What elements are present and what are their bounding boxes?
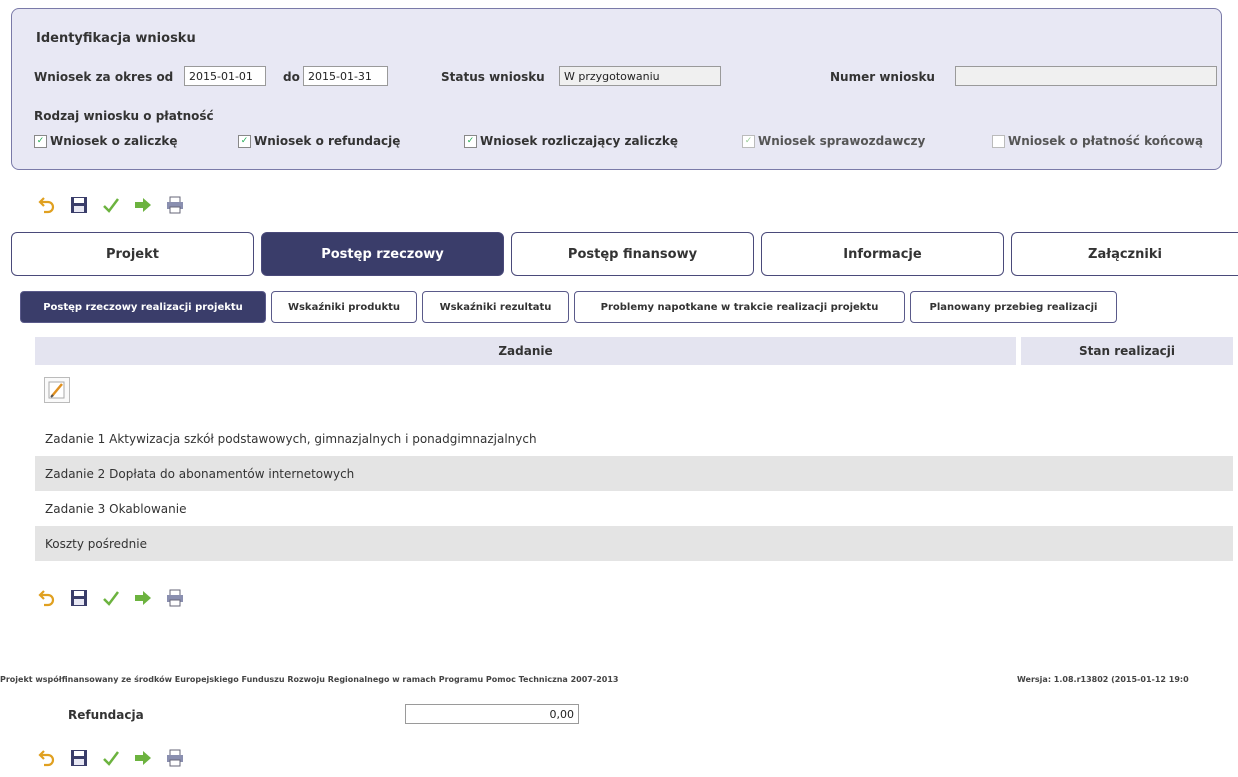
save-icon[interactable]: [68, 587, 90, 609]
save-icon[interactable]: [68, 747, 90, 769]
forward-arrow-icon[interactable]: [132, 747, 154, 769]
checkbox-label: Wniosek sprawozdawczy: [758, 134, 926, 148]
checkbox-refund[interactable]: ✓ Wniosek o refundację: [238, 134, 400, 148]
toolbar-top: [36, 194, 186, 216]
toolbar-footer: [36, 747, 186, 769]
tab-postep-finansowy[interactable]: Postęp finansowy: [511, 232, 754, 276]
undo-icon[interactable]: [36, 747, 58, 769]
checkbox-final[interactable]: Wniosek o płatność końcową: [992, 134, 1203, 148]
toolbar-bottom: [36, 587, 186, 609]
cofinance-text: Projekt współfinansowany ze środków Euro…: [0, 675, 619, 684]
print-icon[interactable]: [164, 747, 186, 769]
table-row[interactable]: Zadanie 1 Aktywizacja szkół podstawowych…: [35, 421, 1233, 456]
subtab-wskazniki-rezultatu[interactable]: Wskaźniki rezultatu: [422, 291, 569, 323]
checkbox-box[interactable]: ✓: [34, 134, 47, 148]
subtab-problemy[interactable]: Problemy napotkane w trakcie realizacji …: [574, 291, 905, 323]
checkbox-report[interactable]: ✓ Wniosek sprawozdawczy: [742, 134, 925, 148]
check-icon[interactable]: [100, 194, 122, 216]
ident-title: Identyfikacja wniosku: [36, 31, 196, 46]
tab-zalaczniki[interactable]: Załączniki: [1011, 232, 1238, 276]
checkbox-label: Wniosek o refundację: [254, 134, 401, 148]
checkbox-advance[interactable]: ✓ Wniosek o zaliczkę: [34, 134, 178, 148]
refund-input[interactable]: [405, 704, 579, 724]
subtab-wskazniki-produktu[interactable]: Wskaźniki produktu: [271, 291, 417, 323]
table-row[interactable]: Zadanie 2 Dopłata do abonamentów interne…: [35, 456, 1233, 491]
header-stan-realizacji: Stan realizacji: [1021, 337, 1233, 365]
print-icon[interactable]: [164, 194, 186, 216]
undo-icon[interactable]: [36, 587, 58, 609]
check-icon[interactable]: [100, 747, 122, 769]
number-label: Numer wniosku: [830, 70, 935, 84]
number-field[interactable]: [955, 66, 1217, 86]
checkbox-box[interactable]: ✓: [742, 134, 755, 148]
header-zadanie: Zadanie: [35, 337, 1016, 365]
tab-informacje[interactable]: Informacje: [761, 232, 1004, 276]
kind-label: Rodzaj wniosku o płatność: [34, 109, 214, 123]
to-label: do: [283, 70, 300, 84]
undo-icon[interactable]: [36, 194, 58, 216]
checkbox-label: Wniosek o płatność końcową: [1008, 134, 1204, 148]
check-icon[interactable]: [100, 587, 122, 609]
version-text: Wersja: 1.08.r13802 (2015-01-12 19:0: [1017, 675, 1189, 684]
checkbox-box[interactable]: ✓: [238, 134, 251, 148]
table-row[interactable]: Zadanie 3 Okablowanie: [35, 491, 1233, 526]
tab-postep-rzeczowy[interactable]: Postęp rzeczowy: [261, 232, 504, 276]
date-from-input[interactable]: [184, 66, 266, 86]
save-icon[interactable]: [68, 194, 90, 216]
tab-projekt[interactable]: Projekt: [11, 232, 254, 276]
checkbox-box[interactable]: ✓: [464, 134, 477, 148]
checkbox-box[interactable]: [992, 134, 1005, 148]
date-to-input[interactable]: [303, 66, 388, 86]
edit-icon[interactable]: [44, 377, 70, 403]
forward-arrow-icon[interactable]: [132, 587, 154, 609]
checkbox-settlement[interactable]: ✓ Wniosek rozliczający zaliczkę: [464, 134, 678, 148]
print-icon[interactable]: [164, 587, 186, 609]
status-field[interactable]: [559, 66, 721, 86]
forward-arrow-icon[interactable]: [132, 194, 154, 216]
checkbox-label: Wniosek o zaliczkę: [50, 134, 178, 148]
period-label: Wniosek za okres od: [34, 70, 174, 84]
checkbox-label: Wniosek rozliczający zaliczkę: [480, 134, 678, 148]
subtab-planowany-przebieg[interactable]: Planowany przebieg realizacji: [910, 291, 1117, 323]
refund-label: Refundacja: [68, 708, 144, 722]
status-label: Status wniosku: [441, 70, 545, 84]
subtab-postep-rzeczowy-realizacji[interactable]: Postęp rzeczowy realizacji projektu: [20, 291, 266, 323]
table-row[interactable]: Koszty pośrednie: [35, 526, 1233, 561]
